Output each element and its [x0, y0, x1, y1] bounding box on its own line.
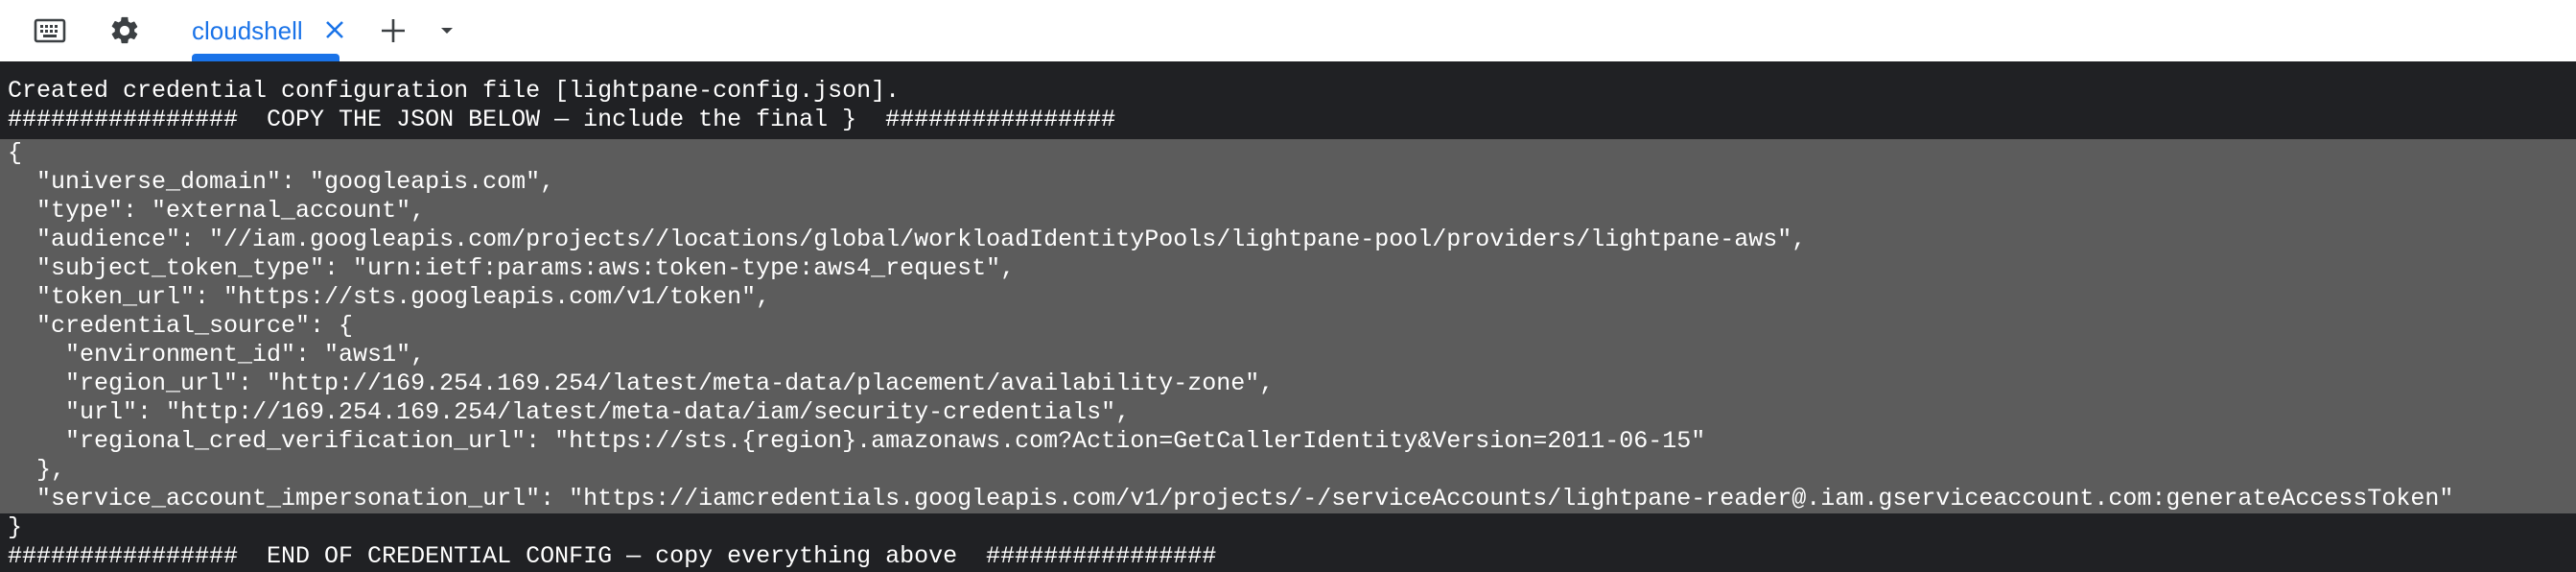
close-icon[interactable]: [320, 15, 349, 44]
terminal-line: Created credential configuration file [l…: [8, 77, 901, 105]
terminal-line: "regional_cred_verification_url": "https…: [8, 427, 1706, 455]
terminal-line: }: [8, 513, 23, 541]
gear-icon[interactable]: [105, 12, 144, 50]
tab-label[interactable]: cloudshell: [192, 16, 303, 46]
terminal-line: ################ COPY THE JSON BELOW — i…: [8, 106, 1116, 133]
terminal-line: "audience": "//iam.googleapis.com/projec…: [8, 226, 1807, 253]
tab-bar: cloudshell: [0, 0, 2576, 61]
terminal[interactable]: Created credential configuration file [l…: [0, 61, 2576, 572]
terminal-line: "credential_source": {: [8, 312, 354, 340]
terminal-line: "token_url": "https://sts.googleapis.com…: [8, 283, 771, 311]
terminal-line: ################ END OF CREDENTIAL CONFI…: [8, 542, 1217, 570]
terminal-line: "region_url": "http://169.254.169.254/la…: [8, 369, 1275, 397]
plus-icon[interactable]: [374, 12, 412, 50]
chevron-down-icon[interactable]: [428, 12, 466, 50]
tab-cloudshell[interactable]: cloudshell: [176, 0, 355, 61]
terminal-line: {: [8, 139, 23, 167]
terminal-line: "service_account_impersonation_url": "ht…: [8, 485, 2454, 512]
terminal-line: "type": "external_account",: [8, 197, 426, 225]
active-tab-indicator: [192, 54, 340, 61]
terminal-line: "environment_id": "aws1",: [8, 341, 426, 369]
keyboard-icon[interactable]: [31, 12, 69, 50]
terminal-line: },: [8, 456, 66, 484]
terminal-line: "universe_domain": "googleapis.com",: [8, 168, 555, 196]
terminal-line: "url": "http://169.254.169.254/latest/me…: [8, 398, 1131, 426]
terminal-line: "subject_token_type": "urn:ietf:params:a…: [8, 254, 1016, 282]
